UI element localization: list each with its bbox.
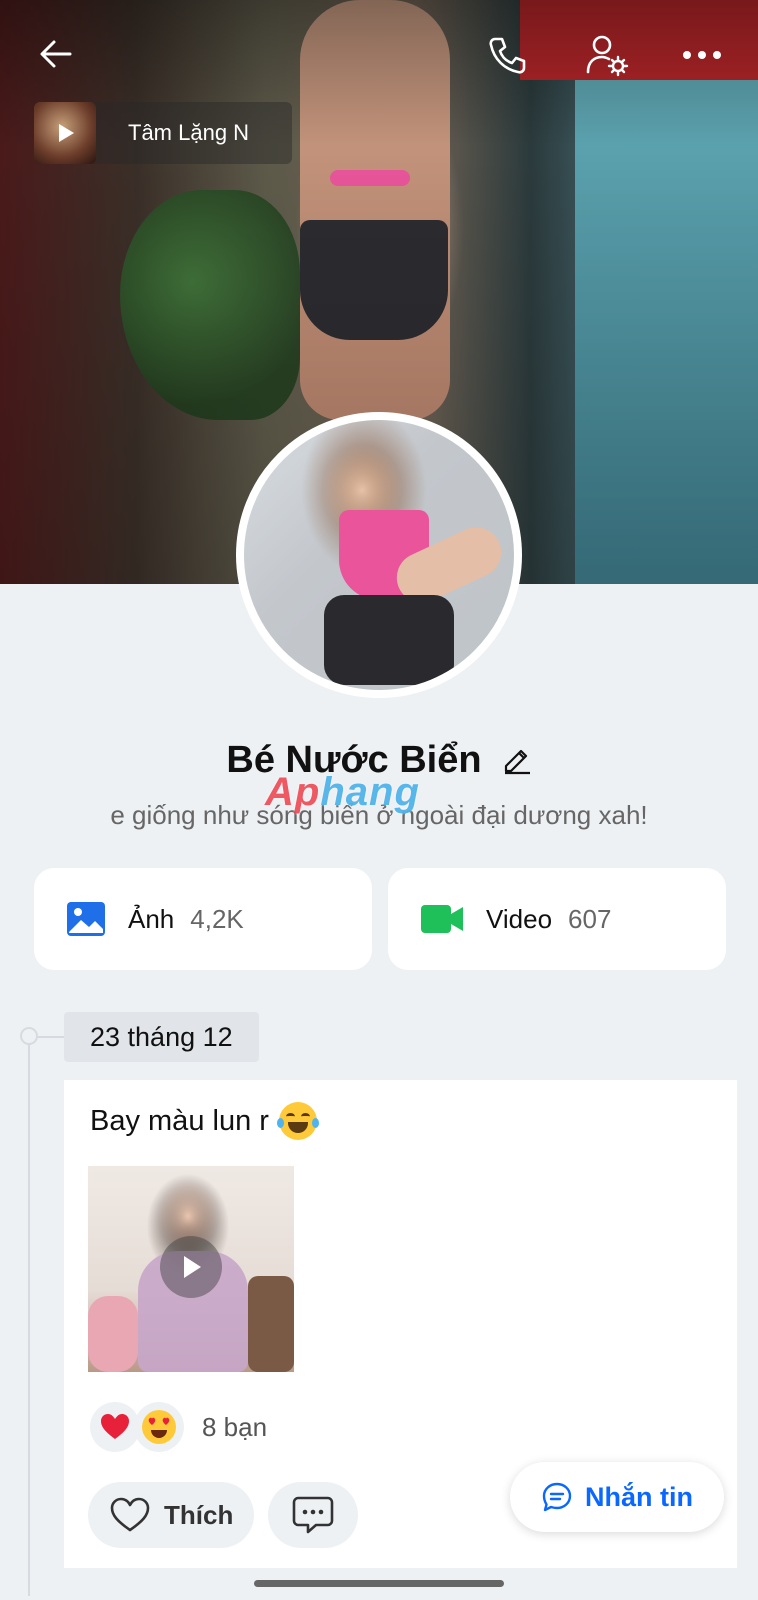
top-bar <box>0 0 758 110</box>
home-indicator[interactable] <box>254 1580 504 1587</box>
timeline-line <box>28 1036 30 1596</box>
heart-outline-icon <box>110 1497 150 1532</box>
watermark: Aphang <box>265 770 420 815</box>
profile-music[interactable]: Tâm Lặng N <box>34 102 292 164</box>
post-text-row: Bay màu lun r <box>90 1102 319 1140</box>
reaction-summary[interactable]: 8 bạn <box>90 1402 267 1452</box>
comment-button[interactable] <box>268 1482 358 1548</box>
watermark-part1: Ap <box>265 770 321 814</box>
music-thumbnail <box>34 102 96 164</box>
reaction-count: 8 bạn <box>202 1411 268 1442</box>
like-label: Thích <box>164 1499 234 1530</box>
post-video-thumbnail[interactable] <box>88 1166 294 1372</box>
watermark-part2: hang <box>320 770 420 814</box>
thumb-pillow <box>88 1296 138 1372</box>
like-button[interactable]: Thích <box>88 1482 254 1548</box>
timeline-date: 23 tháng 12 <box>64 1012 259 1062</box>
phone-icon[interactable] <box>480 28 534 82</box>
play-icon[interactable] <box>160 1236 222 1298</box>
message-label: Nhắn tin <box>585 1481 693 1512</box>
videos-count: 607 <box>568 903 612 934</box>
back-icon[interactable] <box>30 28 82 80</box>
avatar-outfit-bottom <box>324 595 454 685</box>
photos-count: 4,2K <box>190 903 244 934</box>
post-text: Bay màu lun r <box>90 1104 269 1137</box>
photos-card[interactable]: Ảnh 4,2K <box>34 868 372 970</box>
laughing-emoji-icon <box>276 1102 319 1140</box>
message-button[interactable]: Nhắn tin <box>510 1462 724 1532</box>
photos-label: Ảnh <box>128 903 175 934</box>
heart-eyes-reaction-icon <box>134 1402 184 1452</box>
image-icon <box>67 902 105 936</box>
comment-icon <box>292 1496 334 1534</box>
music-title: Tâm Lặng N <box>128 120 250 145</box>
timeline-dot <box>20 1027 38 1045</box>
more-icon[interactable] <box>675 28 729 82</box>
pencil-icon[interactable] <box>502 745 532 775</box>
video-camera-icon <box>421 905 463 933</box>
videos-card[interactable]: Video 607 <box>388 868 726 970</box>
timeline-connector <box>38 1036 64 1038</box>
avatar[interactable] <box>236 412 522 698</box>
heart-reaction-icon <box>90 1402 140 1452</box>
chat-bubble-icon <box>542 1482 572 1512</box>
user-settings-icon[interactable] <box>580 28 634 82</box>
play-icon <box>59 124 74 142</box>
thumb-sofa <box>248 1276 294 1372</box>
videos-label: Video <box>486 903 553 934</box>
